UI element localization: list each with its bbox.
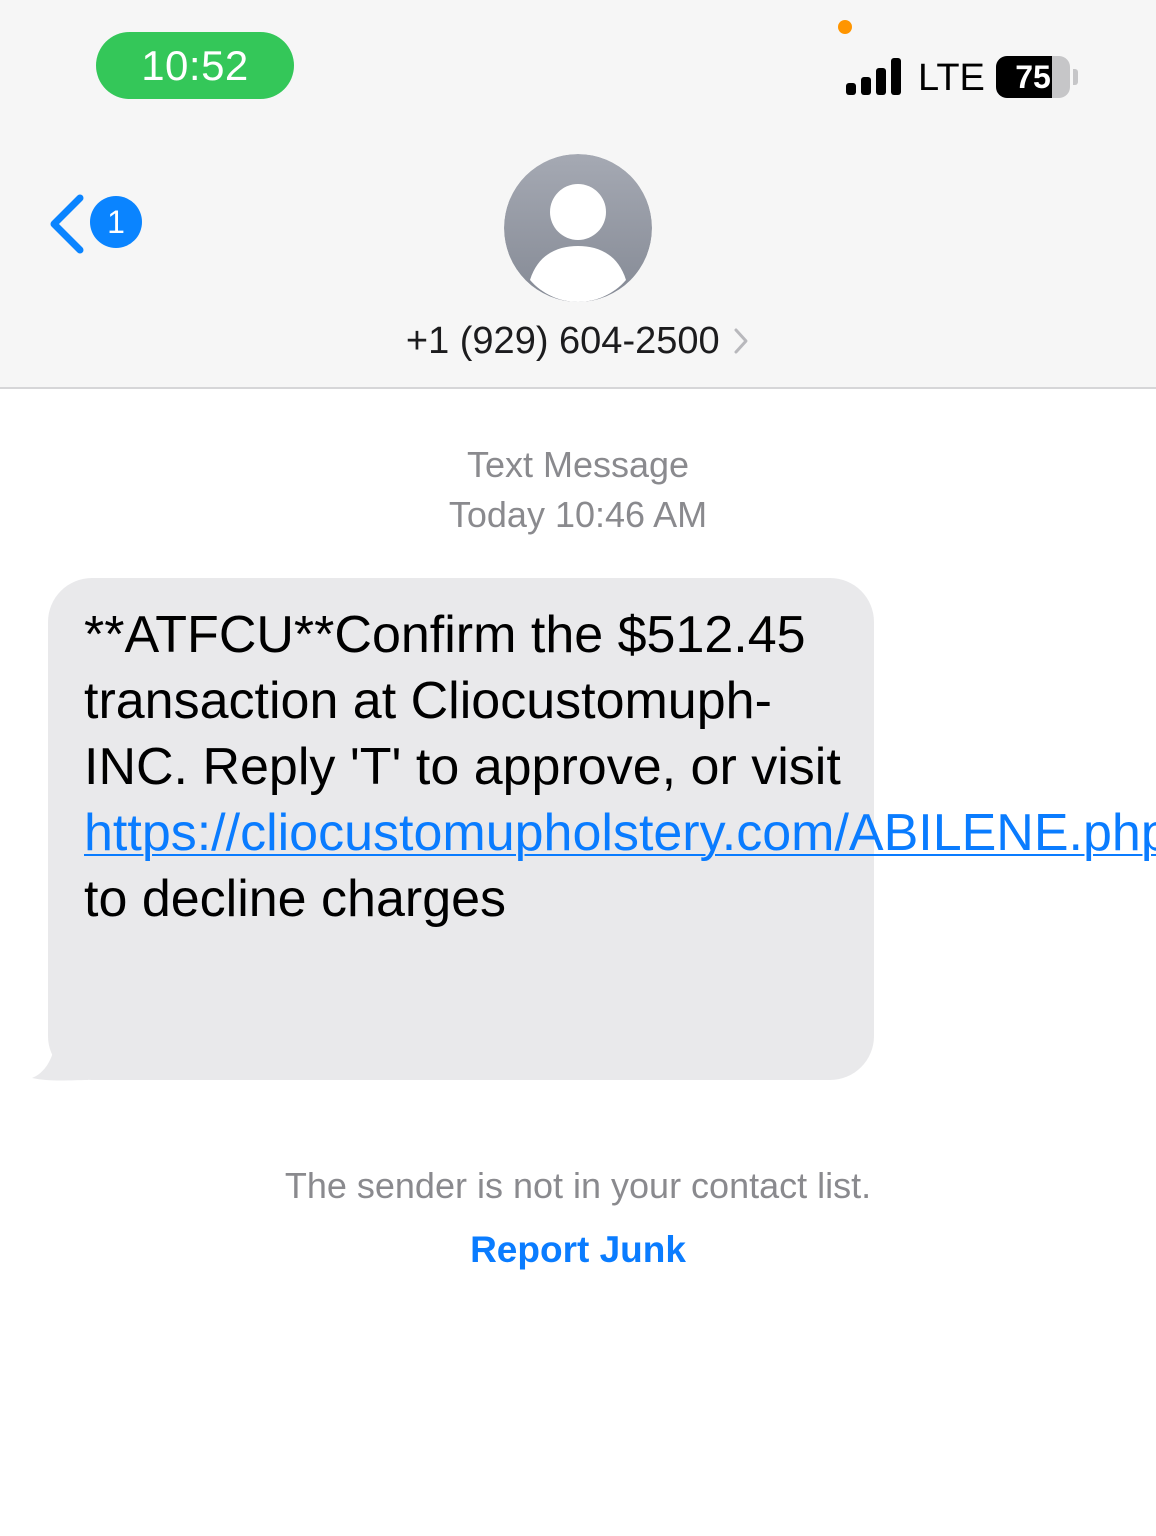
unknown-sender-notice: The sender is not in your contact list. xyxy=(284,1165,872,1206)
contact-number: +1 (929) 604-2500 xyxy=(405,320,720,362)
battery-percentage: 75 xyxy=(1015,59,1051,95)
conversation-header: 10:52 LTE 75 1 +1 (929) 604-2500 xyxy=(0,0,1156,389)
chevron-right-icon xyxy=(734,328,748,354)
status-time[interactable]: 10:52 xyxy=(96,32,294,99)
message-timestamp: Today 10:46 AM xyxy=(0,490,1156,540)
battery-icon: 75 xyxy=(996,56,1070,98)
contact-avatar-icon xyxy=(504,154,652,302)
message-text: **ATFCU**Confirm the $512.45 transaction… xyxy=(84,602,1156,932)
message-meta: Text Message Today 10:46 AM xyxy=(0,440,1156,540)
microphone-indicator-icon xyxy=(838,20,852,34)
network-type: LTE xyxy=(918,57,985,99)
message-text-part-2: to decline charges xyxy=(84,870,507,928)
battery-cap xyxy=(1073,69,1078,85)
contact-title[interactable]: +1 (929) 604-2500 xyxy=(0,318,1156,364)
contact-avatar[interactable] xyxy=(504,154,652,302)
message-text-part-1: **ATFCU**Confirm the $512.45 transaction… xyxy=(84,606,841,796)
unread-badge: 1 xyxy=(90,196,142,248)
timestamp-time: 10:46 AM xyxy=(554,494,708,535)
back-chevron-icon xyxy=(50,194,84,254)
message-link[interactable]: https://cliocustomupholstery.com/ABILENE… xyxy=(84,804,1156,862)
bubble-tail xyxy=(32,1040,88,1081)
service-label: Text Message xyxy=(466,444,690,485)
report-junk-row: Report Junk xyxy=(0,1226,1156,1274)
timestamp-day: Today xyxy=(448,494,545,535)
cellular-signal-icon xyxy=(846,58,906,95)
back-button[interactable]: 1 xyxy=(44,192,144,256)
report-junk-button[interactable]: Report Junk xyxy=(470,1229,686,1270)
